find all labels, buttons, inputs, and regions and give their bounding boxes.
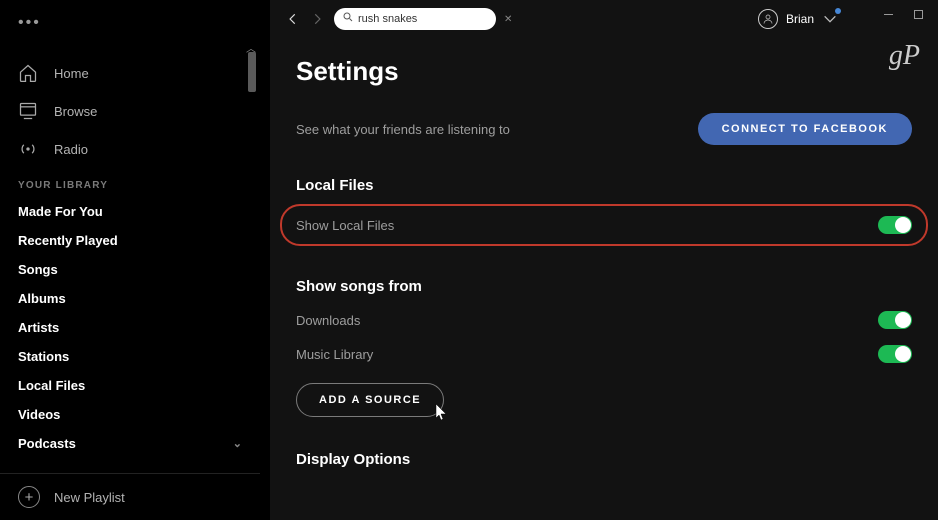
nav-home[interactable]: Home xyxy=(0,54,260,92)
music-library-toggle[interactable] xyxy=(878,345,912,363)
library-heading: YOUR LIBRARY xyxy=(0,168,260,197)
window-controls xyxy=(868,0,938,28)
nav-forward-button[interactable] xyxy=(310,12,324,26)
notification-dot-icon xyxy=(835,8,841,14)
topbar: ✕ Brian xyxy=(270,0,938,38)
maximize-button[interactable] xyxy=(912,8,924,20)
search-input[interactable] xyxy=(354,13,500,25)
source-label: Music Library xyxy=(296,347,373,362)
search-icon xyxy=(342,10,354,28)
source-row-downloads: Downloads xyxy=(296,311,912,329)
lib-made-for-you[interactable]: Made For You xyxy=(0,197,260,226)
watermark: gP xyxy=(889,40,920,72)
avatar-icon xyxy=(758,9,778,29)
facebook-row: See what your friends are listening to C… xyxy=(296,113,912,145)
app-menu-button[interactable]: ••• xyxy=(0,6,260,40)
lib-songs[interactable]: Songs xyxy=(0,255,260,284)
search-box[interactable]: ✕ xyxy=(334,8,496,30)
lib-artists[interactable]: Artists xyxy=(0,313,260,342)
lib-stations[interactable]: Stations xyxy=(0,342,260,371)
sidebar: ••• ︿ Home Browse Radio YOUR LIBRARY Mad… xyxy=(0,0,260,520)
nav-label: Radio xyxy=(54,142,88,157)
cursor-icon xyxy=(435,403,449,424)
show-local-files-label: Show Local Files xyxy=(296,218,394,233)
connect-facebook-button[interactable]: CONNECT TO FACEBOOK xyxy=(698,113,912,145)
chevron-down-icon: ⌄ xyxy=(233,437,242,450)
clear-search-button[interactable]: ✕ xyxy=(500,14,512,25)
source-label: Downloads xyxy=(296,313,360,328)
minimize-button[interactable] xyxy=(882,8,894,20)
sidebar-scrollbar[interactable] xyxy=(248,52,256,92)
lib-podcasts[interactable]: Podcasts⌄ xyxy=(0,429,260,458)
home-icon xyxy=(18,63,38,83)
lib-videos[interactable]: Videos xyxy=(0,400,260,429)
plus-icon: + xyxy=(18,486,40,508)
nav-label: Browse xyxy=(54,104,97,119)
lib-albums[interactable]: Albums xyxy=(0,284,260,313)
page-title: Settings xyxy=(296,56,912,87)
add-source-button[interactable]: ADD A SOURCE xyxy=(296,383,444,417)
user-name: Brian xyxy=(786,12,814,26)
browse-icon xyxy=(18,101,38,121)
lib-recently-played[interactable]: Recently Played xyxy=(0,226,260,255)
nav-radio[interactable]: Radio xyxy=(0,130,260,168)
local-files-heading: Local Files xyxy=(296,177,912,194)
show-songs-heading: Show songs from xyxy=(296,278,912,295)
show-local-files-row: Show Local Files xyxy=(280,204,928,246)
downloads-toggle[interactable] xyxy=(878,311,912,329)
nav-label: Home xyxy=(54,66,89,81)
show-local-files-toggle[interactable] xyxy=(878,216,912,234)
nav-browse[interactable]: Browse xyxy=(0,92,260,130)
display-options-heading: Display Options xyxy=(296,451,912,468)
friends-text: See what your friends are listening to xyxy=(296,122,510,137)
radio-icon xyxy=(18,139,38,159)
new-playlist-label: New Playlist xyxy=(54,490,125,505)
main-content: Settings See what your friends are liste… xyxy=(270,38,938,520)
notification-button[interactable] xyxy=(822,11,838,27)
user-area[interactable]: Brian xyxy=(758,9,838,29)
nav-back-button[interactable] xyxy=(286,12,300,26)
source-row-music-library: Music Library xyxy=(296,345,912,363)
lib-local-files[interactable]: Local Files xyxy=(0,371,260,400)
new-playlist-button[interactable]: + New Playlist xyxy=(0,473,260,520)
